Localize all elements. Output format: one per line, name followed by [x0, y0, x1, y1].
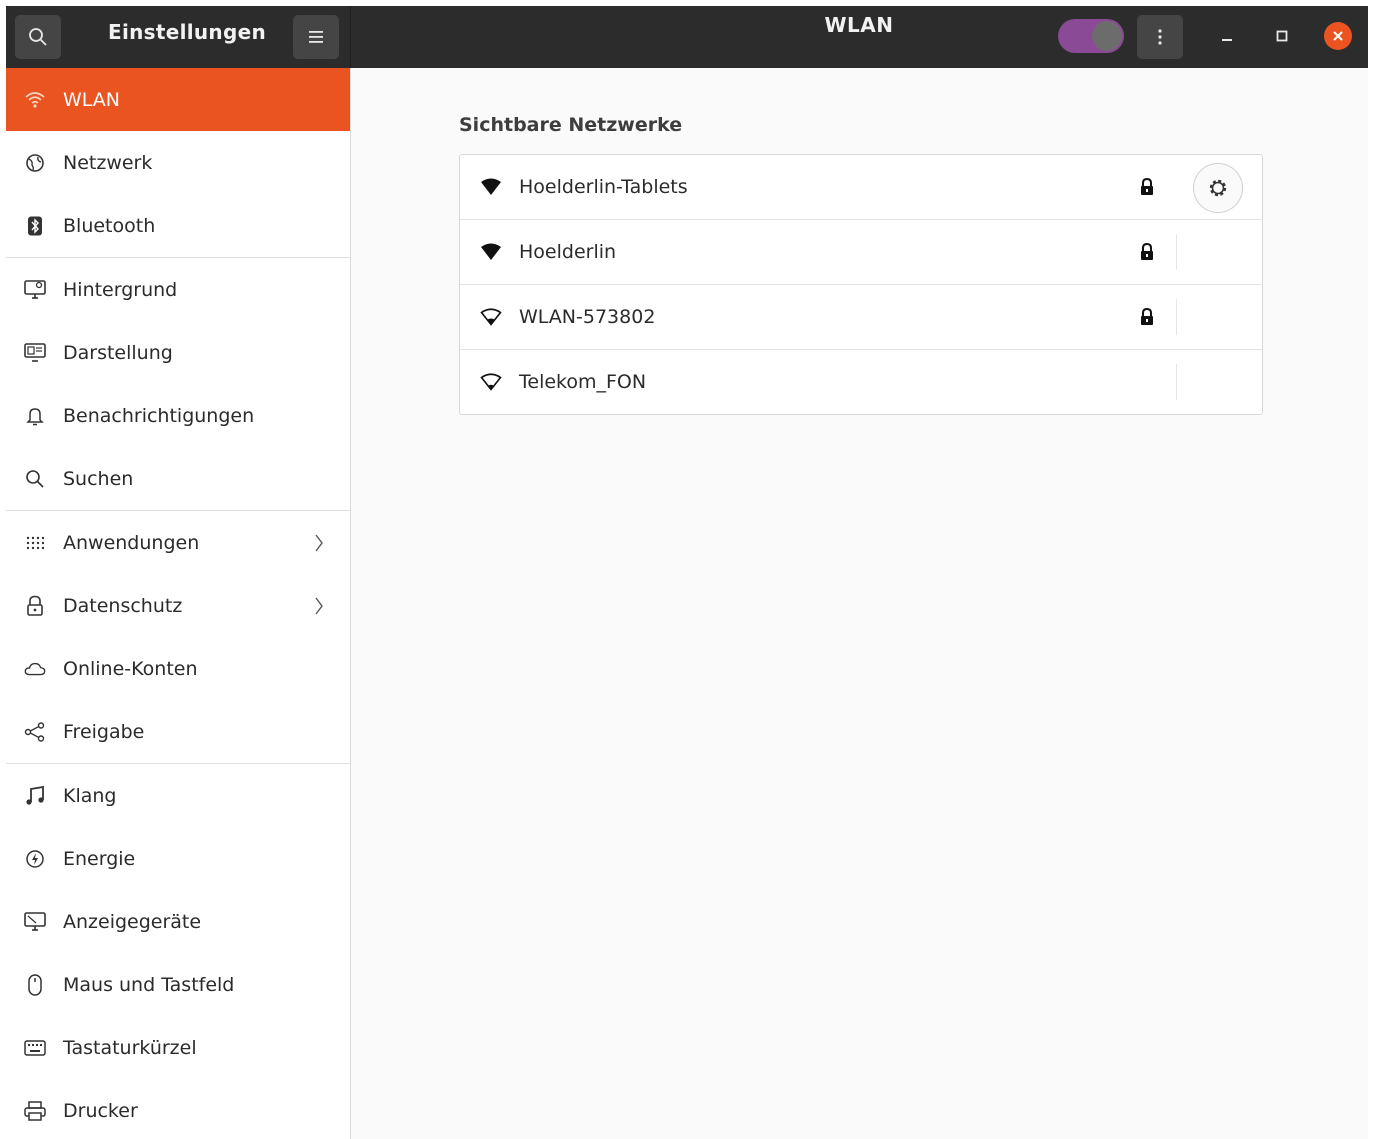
sidebar-item-label: Freigabe [63, 720, 145, 743]
share-icon [24, 721, 46, 743]
section-title: Sichtbare Netzwerke [459, 114, 683, 136]
lock-icon [1138, 306, 1156, 328]
sidebar-item-label: Klang [63, 784, 117, 807]
close-icon [1333, 31, 1343, 41]
sidebar-item-label: Online-Konten [63, 657, 198, 680]
sidebar-item-benachrichtigungen[interactable]: Benachrichtigungen [6, 384, 350, 447]
network-name: Hoelderlin-Tablets [519, 176, 688, 198]
sidebar-item-drucker[interactable]: Drucker [6, 1079, 350, 1139]
sidebar-item-anzeigegeraete[interactable]: Anzeigegeräte [6, 890, 350, 953]
close-button[interactable] [1324, 22, 1352, 50]
wifi-signal-weak-icon [480, 371, 502, 393]
lock-icon [24, 595, 46, 617]
sidebar-item-label: Drucker [63, 1099, 138, 1122]
music-note-icon [24, 785, 46, 807]
sidebar: WLAN Netzwerk Bluetooth Hintergrund Dars… [6, 68, 351, 1139]
bluetooth-icon [24, 215, 46, 237]
sidebar-item-energie[interactable]: Energie [6, 827, 350, 890]
wifi-signal-full-icon [480, 176, 502, 198]
sidebar-header: Einstellungen [6, 6, 351, 68]
sidebar-item-label: Bluetooth [63, 214, 156, 237]
row-divider [1176, 299, 1177, 335]
sidebar-item-klang[interactable]: Klang [6, 764, 350, 827]
network-name: Telekom_FON [519, 371, 647, 393]
more-options-button[interactable] [1137, 15, 1183, 59]
power-icon [24, 848, 46, 870]
network-row[interactable]: Telekom_FON [460, 350, 1262, 414]
sidebar-item-bluetooth[interactable]: Bluetooth [6, 194, 350, 257]
maximize-icon [1276, 30, 1288, 42]
wifi-signal-full-icon [480, 241, 502, 263]
background-icon [24, 279, 46, 301]
sidebar-item-freigabe[interactable]: Freigabe [6, 700, 350, 763]
settings-window: Einstellungen WLAN WLAN Netzwerk Bluetoo… [6, 6, 1368, 1139]
apps-grid-icon [24, 532, 46, 554]
hamburger-menu-icon [309, 31, 323, 43]
printer-icon [24, 1100, 46, 1122]
primary-menu-button[interactable] [293, 15, 339, 59]
lock-icon [1138, 176, 1156, 198]
sidebar-item-hintergrund[interactable]: Hintergrund [6, 258, 350, 321]
sidebar-item-label: Suchen [63, 467, 134, 490]
search-button[interactable] [15, 15, 61, 59]
gear-icon [1209, 179, 1227, 197]
header-bar: Einstellungen WLAN [6, 6, 1368, 68]
wifi-signal-weak-icon [480, 306, 502, 328]
row-divider [1176, 364, 1177, 400]
sidebar-item-label: Energie [63, 847, 136, 870]
wifi-toggle[interactable] [1058, 19, 1124, 53]
network-settings-button[interactable] [1193, 163, 1243, 213]
sidebar-item-datenschutz[interactable]: Datenschutz [6, 574, 350, 637]
network-row[interactable]: Hoelderlin [460, 220, 1262, 285]
search-icon [29, 28, 47, 46]
sidebar-item-anwendungen[interactable]: Anwendungen [6, 511, 350, 574]
sidebar-item-suchen[interactable]: Suchen [6, 447, 350, 510]
wifi-icon [24, 89, 46, 111]
sidebar-item-label: Maus und Tastfeld [63, 973, 235, 996]
network-row[interactable]: Hoelderlin-Tablets [460, 155, 1262, 220]
sidebar-item-wlan[interactable]: WLAN [6, 68, 350, 131]
display-icon [24, 911, 46, 933]
sidebar-item-label: Netzwerk [63, 151, 153, 174]
network-name: WLAN-573802 [519, 306, 656, 328]
bell-icon [24, 405, 46, 427]
chevron-right-icon [312, 532, 326, 554]
network-name: Hoelderlin [519, 241, 617, 263]
cloud-icon [24, 658, 46, 680]
sidebar-item-label: Darstellung [63, 341, 173, 364]
minimize-icon [1222, 39, 1232, 41]
vertical-dots-icon [1158, 29, 1162, 45]
chevron-right-icon [312, 595, 326, 617]
row-divider [1176, 234, 1177, 270]
sidebar-item-label: Datenschutz [63, 594, 183, 617]
network-list: Hoelderlin-Tablets Hoelderlin WLAN-57380… [459, 154, 1263, 415]
toggle-knob [1092, 21, 1122, 51]
lock-icon [1138, 241, 1156, 263]
appearance-icon [24, 342, 46, 364]
sidebar-item-darstellung[interactable]: Darstellung [6, 321, 350, 384]
app-title: Einstellungen [108, 20, 266, 44]
network-globe-icon [24, 152, 46, 174]
sidebar-item-label: Benachrichtigungen [63, 404, 255, 427]
sidebar-item-label: Tastaturkürzel [63, 1036, 197, 1059]
sidebar-item-netzwerk[interactable]: Netzwerk [6, 131, 350, 194]
minimize-button[interactable] [1211, 20, 1243, 52]
sidebar-item-label: Anzeigegeräte [63, 910, 202, 933]
sidebar-item-maus-und-tastfeld[interactable]: Maus und Tastfeld [6, 953, 350, 1016]
sidebar-item-label: Anwendungen [63, 531, 200, 554]
main-content: Sichtbare Netzwerke Hoelderlin-Tablets H… [351, 68, 1368, 1139]
maximize-button[interactable] [1266, 20, 1298, 52]
sidebar-item-label: WLAN [63, 88, 121, 111]
sidebar-item-tastaturkuerzel[interactable]: Tastaturkürzel [6, 1016, 350, 1079]
mouse-icon [24, 973, 46, 996]
keyboard-icon [24, 1037, 46, 1059]
network-row[interactable]: WLAN-573802 [460, 285, 1262, 350]
sidebar-item-label: Hintergrund [63, 278, 178, 301]
sidebar-item-online-konten[interactable]: Online-Konten [6, 637, 350, 700]
search-icon [24, 468, 46, 490]
